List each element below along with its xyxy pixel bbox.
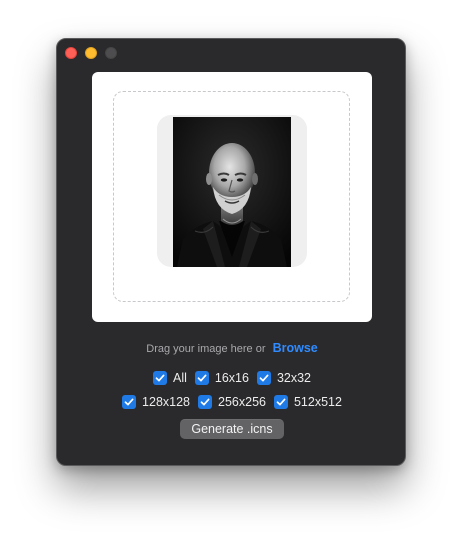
browse-link[interactable]: Browse — [273, 341, 318, 355]
size-option-256x256[interactable]: 256x256 — [198, 395, 266, 409]
size-options-row-2: 128x128 256x256 512x512 — [57, 395, 407, 409]
size-label: 512x512 — [293, 395, 342, 409]
checkmark-icon — [155, 374, 165, 382]
size-option-16x16[interactable]: 16x16 — [194, 371, 249, 385]
checkmark-icon — [124, 398, 134, 406]
size-label: 32x32 — [276, 371, 312, 385]
size-option-32x32[interactable]: 32x32 — [256, 371, 312, 385]
checkmark-icon — [259, 374, 269, 382]
app-window: Drag your image here or Browse All 16x16… — [56, 38, 406, 466]
checkbox-32x32[interactable] — [256, 371, 271, 385]
checkmark-icon — [197, 374, 207, 382]
size-label: 256x256 — [218, 395, 266, 409]
drag-instruction-text: Drag your image here or — [146, 343, 266, 355]
generate-icns-button[interactable]: Generate .icns — [180, 419, 284, 439]
checkbox-16x16[interactable] — [194, 371, 209, 385]
size-option-512x512[interactable]: 512x512 — [273, 395, 342, 409]
image-drop-zone[interactable] — [113, 91, 350, 302]
image-preview — [157, 115, 307, 267]
checkbox-256x256[interactable] — [198, 395, 213, 409]
portrait-image — [173, 117, 291, 267]
size-label: 16x16 — [214, 371, 249, 385]
zoom-button[interactable] — [105, 47, 117, 59]
minimize-button[interactable] — [85, 47, 97, 59]
size-option-all[interactable]: All — [152, 371, 187, 385]
checkmark-icon — [276, 398, 286, 406]
size-options-row-1: All 16x16 32x32 — [57, 371, 407, 385]
checkmark-icon — [200, 398, 210, 406]
close-button[interactable] — [65, 47, 77, 59]
size-option-128x128[interactable]: 128x128 — [122, 395, 190, 409]
size-label: All — [172, 371, 187, 385]
drag-instructions: Drag your image here or Browse — [57, 341, 407, 355]
checkbox-512x512[interactable] — [273, 395, 288, 409]
size-label: 128x128 — [142, 395, 191, 409]
checkbox-all[interactable] — [152, 371, 167, 385]
drop-panel — [92, 72, 372, 322]
checkbox-128x128[interactable] — [122, 395, 137, 409]
